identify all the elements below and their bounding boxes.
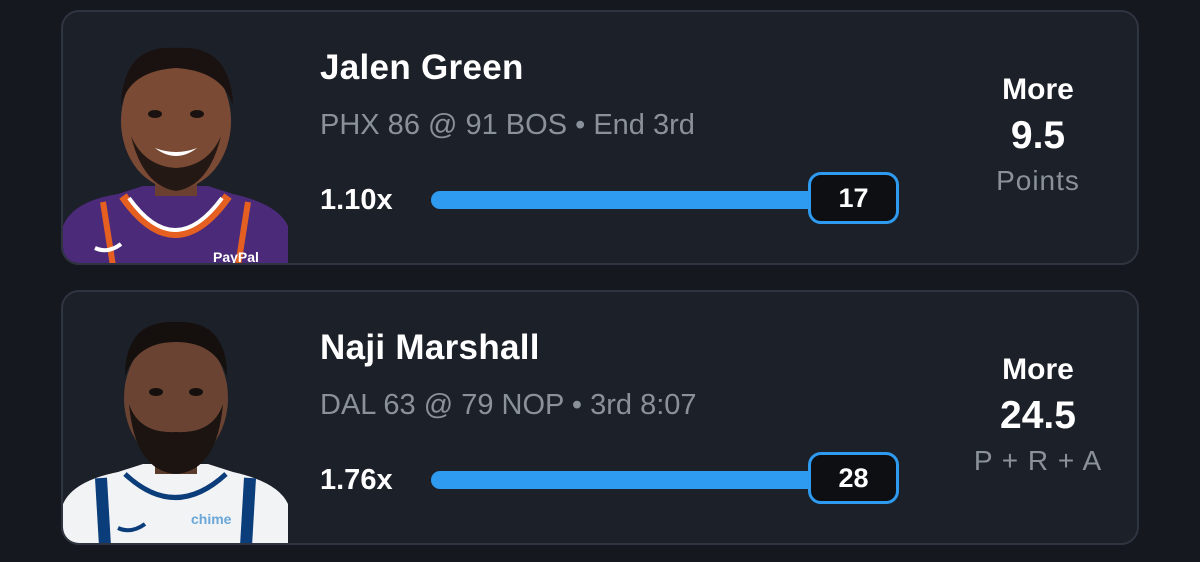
player-headshot: chime [63, 306, 288, 543]
stat-type: P + R + A [973, 445, 1103, 476]
stat-progress-fill [431, 191, 871, 209]
stat-progress-track [431, 471, 871, 489]
player-name: Naji Marshall [320, 328, 540, 367]
pick-direction: More [1002, 353, 1074, 386]
pick-summary: More 24.5 P + R + A [933, 350, 1137, 480]
payout-multiplier: 1.10x [320, 184, 393, 216]
pick-summary: More 9.5 Points [933, 70, 1137, 200]
svg-text:PayPal: PayPal [213, 249, 259, 265]
stat-type: Points [996, 165, 1080, 196]
player-name: Jalen Green [320, 48, 524, 87]
payout-multiplier: 1.76x [320, 464, 393, 496]
projection-card[interactable]: chime Naji Marshall DAL 63 @ 79 NOP • 3r… [61, 290, 1139, 545]
pick-direction: More [1002, 73, 1074, 106]
game-status: DAL 63 @ 79 NOP • 3rd 8:07 [320, 389, 697, 421]
stat-progress-track [431, 191, 871, 209]
game-status: PHX 86 @ 91 BOS • End 3rd [320, 109, 695, 141]
projection-line: 24.5 [1000, 394, 1076, 437]
projection-card[interactable]: PayPal Jalen Green PHX 86 @ 91 BOS • End… [61, 10, 1139, 265]
stat-progress-fill [431, 471, 871, 489]
projection-line: 9.5 [1010, 114, 1066, 157]
player-headshot: PayPal [63, 26, 288, 265]
svg-text:chime: chime [191, 511, 232, 527]
current-stat-badge: 17 [808, 172, 899, 224]
current-stat-badge: 28 [808, 452, 899, 504]
